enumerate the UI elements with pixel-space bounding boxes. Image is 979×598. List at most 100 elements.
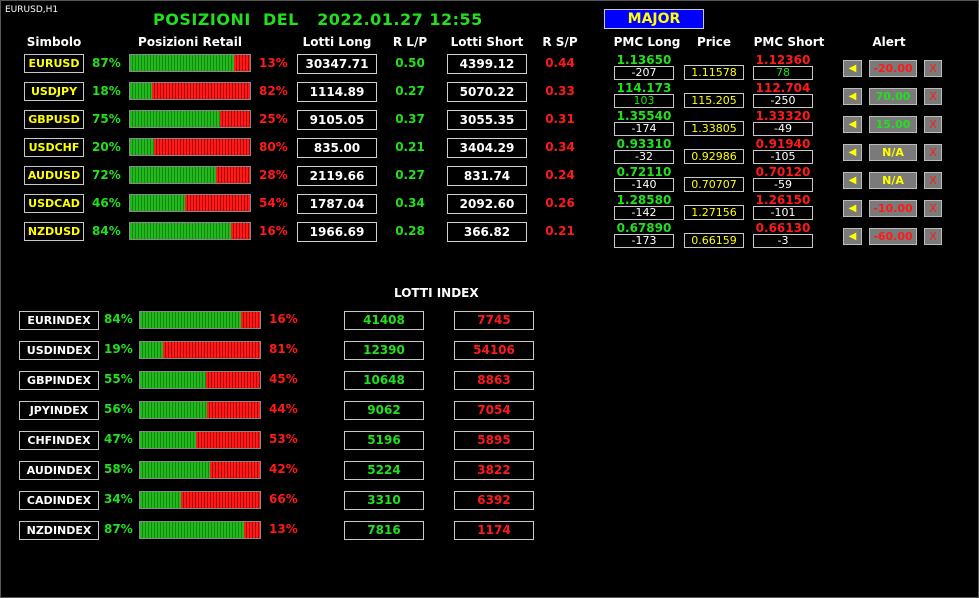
- close-alert-button[interactable]: X: [924, 172, 942, 189]
- index-short-lots: 7054: [454, 401, 534, 420]
- symbol-button[interactable]: AUDUSD: [24, 166, 84, 185]
- short-percent: 13%: [259, 56, 288, 70]
- index-short-lots: 8863: [454, 371, 534, 390]
- close-alert-button[interactable]: X: [924, 200, 942, 217]
- alert-value[interactable]: N/A: [869, 172, 917, 189]
- index-name[interactable]: CADINDEX: [19, 491, 99, 510]
- index-name[interactable]: USDINDEX: [19, 341, 99, 360]
- long-percent: 87%: [104, 522, 133, 536]
- short-fill: [180, 492, 260, 508]
- short-percent: 80%: [259, 140, 288, 154]
- r-sp-value: 0.33: [545, 84, 575, 98]
- index-name[interactable]: JPYINDEX: [19, 401, 99, 420]
- index-name[interactable]: GBPINDEX: [19, 371, 99, 390]
- pmc-short-diff: 78: [753, 66, 813, 80]
- short-percent: 44%: [269, 402, 298, 416]
- alert-bell-icon[interactable]: ◀: [843, 88, 862, 105]
- pmc-short-price: 112.704: [755, 81, 811, 95]
- symbol-button[interactable]: USDJPY: [24, 82, 84, 101]
- index-long-lots: 10648: [344, 371, 424, 390]
- index-ratio-bar: [139, 521, 261, 539]
- r-lp-value: 0.34: [395, 196, 425, 210]
- alert-bell-icon[interactable]: ◀: [843, 116, 862, 133]
- current-price: 115.205: [684, 93, 744, 108]
- short-fill: [216, 167, 250, 183]
- index-ratio-bar: [139, 371, 261, 389]
- major-button[interactable]: MAJOR: [604, 9, 704, 29]
- symbol-button[interactable]: GBPUSD: [24, 110, 84, 129]
- lotti-short-value: 3404.29: [447, 138, 527, 158]
- pmc-long-price: 1.35540: [616, 109, 672, 123]
- long-fill: [130, 223, 231, 239]
- index-long-lots: 9062: [344, 401, 424, 420]
- index-name[interactable]: CHFINDEX: [19, 431, 99, 450]
- pmc-long-diff: 103: [614, 94, 674, 108]
- symbol-button[interactable]: USDCAD: [24, 194, 84, 213]
- index-name[interactable]: EURINDEX: [19, 311, 99, 330]
- symbol-button[interactable]: EURUSD: [24, 54, 84, 73]
- short-fill: [209, 462, 260, 478]
- long-percent: 18%: [92, 84, 121, 98]
- alert-value[interactable]: -10.00: [869, 200, 917, 217]
- header-price: Price: [696, 35, 732, 49]
- alert-bell-icon[interactable]: ◀: [843, 172, 862, 189]
- index-short-lots: 5895: [454, 431, 534, 450]
- symbol-button[interactable]: USDCHF: [24, 138, 84, 157]
- alert-value[interactable]: N/A: [869, 144, 917, 161]
- index-long-lots: 3310: [344, 491, 424, 510]
- current-price: 0.66159: [684, 233, 744, 248]
- header-posizioni-retail: Posizioni Retail: [138, 35, 242, 49]
- short-fill: [220, 111, 250, 127]
- close-alert-button[interactable]: X: [924, 228, 942, 245]
- pmc-short-price: 1.33320: [755, 109, 811, 123]
- long-fill: [140, 462, 210, 478]
- current-price: 1.33805: [684, 121, 744, 136]
- close-alert-button[interactable]: X: [924, 60, 942, 77]
- alert-bell-icon[interactable]: ◀: [843, 228, 862, 245]
- alert-value[interactable]: -60.00: [869, 228, 917, 245]
- pmc-short-diff: -3: [753, 234, 813, 248]
- alert-value[interactable]: 15.00: [869, 116, 917, 133]
- close-alert-button[interactable]: X: [924, 144, 942, 161]
- alert-bell-icon[interactable]: ◀: [843, 200, 862, 217]
- pmc-long-diff: -32: [614, 150, 674, 164]
- header-alert: Alert: [872, 35, 906, 49]
- alert-value[interactable]: 70.00: [869, 88, 917, 105]
- alert-bell-icon[interactable]: ◀: [843, 60, 862, 77]
- pmc-long-diff: -174: [614, 122, 674, 136]
- short-fill: [240, 312, 260, 328]
- long-percent: 47%: [104, 432, 133, 446]
- long-fill: [130, 167, 217, 183]
- long-percent: 84%: [92, 224, 121, 238]
- r-sp-value: 0.44: [545, 56, 575, 70]
- short-fill: [162, 342, 260, 358]
- index-short-lots: 6392: [454, 491, 534, 510]
- short-percent: 54%: [259, 196, 288, 210]
- index-name[interactable]: NZDINDEX: [19, 521, 99, 540]
- close-alert-button[interactable]: X: [924, 116, 942, 133]
- short-fill: [154, 139, 250, 155]
- long-fill: [140, 342, 163, 358]
- symbol-button[interactable]: NZDUSD: [24, 222, 84, 241]
- long-percent: 84%: [104, 312, 133, 326]
- long-percent: 19%: [104, 342, 133, 356]
- close-alert-button[interactable]: X: [924, 88, 942, 105]
- short-fill: [230, 223, 250, 239]
- pmc-short-diff: -59: [753, 178, 813, 192]
- lotti-short-value: 3055.35: [447, 110, 527, 130]
- retail-ratio-bar: [129, 54, 251, 72]
- index-ratio-bar: [139, 431, 261, 449]
- index-name[interactable]: AUDINDEX: [19, 461, 99, 480]
- alert-value[interactable]: -20.00: [869, 60, 917, 77]
- header-r-lp: R L/P: [392, 35, 428, 49]
- index-ratio-bar: [139, 341, 261, 359]
- pmc-short-diff: -101: [753, 206, 813, 220]
- long-fill: [140, 432, 197, 448]
- long-percent: 75%: [92, 112, 121, 126]
- index-ratio-bar: [139, 401, 261, 419]
- page-title: POSIZIONI DEL 2022.01.27 12:55: [153, 10, 483, 29]
- short-fill: [185, 195, 250, 211]
- alert-bell-icon[interactable]: ◀: [843, 144, 862, 161]
- long-fill: [140, 522, 245, 538]
- pmc-long-diff: -207: [614, 66, 674, 80]
